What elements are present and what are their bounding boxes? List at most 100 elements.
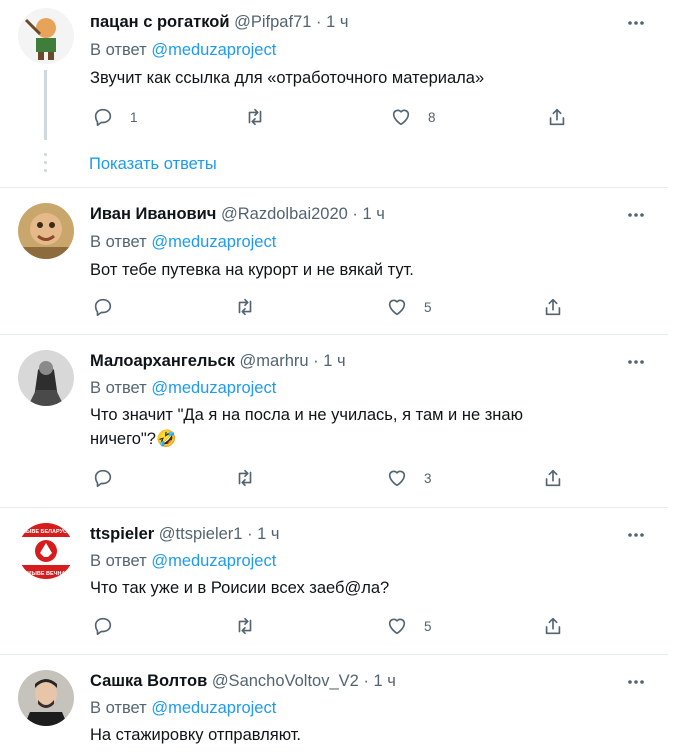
like-count: 3	[424, 470, 432, 486]
author-name[interactable]: Сашка Волтов	[90, 672, 207, 690]
separator-dot: ·	[352, 205, 358, 223]
tweet-text: На стажировку отправляют.	[90, 726, 302, 744]
reply-context: В ответ @meduzaproject	[90, 697, 276, 719]
tweet[interactable]: Иван Иванович @Razdolbai2020 · 1 ч В отв…	[0, 188, 668, 334]
like-button[interactable]: 5	[386, 615, 432, 637]
more-icon[interactable]	[626, 672, 646, 692]
avatar[interactable]	[18, 670, 74, 726]
author-handle[interactable]: @ttspieler1	[159, 525, 243, 543]
mention-link[interactable]: @meduzaproject	[151, 379, 276, 397]
reply-icon	[94, 108, 112, 127]
author-handle[interactable]: @SanchoVoltov_V2	[212, 672, 359, 690]
reply-context: В ответ @meduzaproject	[90, 550, 276, 572]
avatar-image	[18, 670, 74, 726]
retweet-button[interactable]	[244, 106, 266, 128]
avatar[interactable]	[18, 8, 74, 64]
like-button[interactable]: 8	[390, 106, 436, 128]
reply-icon	[94, 469, 112, 488]
reply-prefix: В ответ	[90, 699, 147, 717]
timestamp[interactable]: 1 ч	[257, 525, 279, 543]
separator-dot: ·	[247, 525, 253, 543]
reply-button[interactable]	[92, 296, 114, 318]
like-count: 8	[428, 109, 436, 125]
avatar-image: ЖЫВЕ БЕЛАРУСЬ ЖЫВЕ ВЕЧНА	[18, 523, 74, 579]
share-button[interactable]	[546, 106, 568, 128]
author-name[interactable]: пацан с рогаткой	[90, 13, 230, 31]
mention-link[interactable]: @meduzaproject	[151, 699, 276, 717]
avatar-image	[18, 350, 74, 406]
reply-prefix: В ответ	[90, 379, 147, 397]
like-count: 5	[424, 618, 432, 634]
tweet-text: Звучит как ссылка для «отработочного мат…	[90, 69, 485, 87]
tweet-text: Вот тебе путевка на курорт и не вякай ту…	[90, 261, 414, 279]
author-name[interactable]: ttspieler	[90, 525, 154, 543]
like-icon	[388, 470, 406, 487]
reply-button[interactable]: 1	[92, 106, 138, 128]
tweet-header: ttspieler @ttspieler1 · 1 ч	[90, 523, 280, 545]
more-icon[interactable]	[626, 205, 646, 225]
timestamp[interactable]: 1 ч	[323, 352, 345, 370]
tweet-text: Что значит "Да я на посла и не училась, …	[90, 406, 523, 448]
tweet-header: Сашка Волтов @SanchoVoltov_V2 · 1 ч	[90, 670, 396, 692]
like-count: 5	[424, 299, 432, 315]
reply-context: В ответ @meduzaproject	[90, 377, 276, 399]
timestamp[interactable]: 1 ч	[326, 13, 348, 31]
tweet-header: пацан с рогаткой @Pifpaf71 · 1 ч	[90, 11, 348, 33]
share-icon	[545, 617, 561, 635]
avatar[interactable]: ЖЫВЕ БЕЛАРУСЬ ЖЫВЕ ВЕЧНА	[18, 523, 74, 579]
timestamp[interactable]: 1 ч	[363, 205, 385, 223]
tweet[interactable]: Сашка Волтов @SanchoVoltov_V2 · 1 ч В от…	[0, 655, 668, 756]
reply-count: 1	[130, 109, 138, 125]
retweet-button[interactable]	[234, 467, 256, 489]
share-button[interactable]	[542, 467, 564, 489]
reply-button[interactable]	[92, 615, 114, 637]
show-replies-link[interactable]: Показать ответы	[89, 153, 217, 175]
mention-link[interactable]: @meduzaproject	[151, 41, 276, 59]
avatar-text-bottom: ЖЫВЕ ВЕЧНА	[26, 571, 66, 577]
tweet[interactable]: ЖЫВЕ БЕЛАРУСЬ ЖЫВЕ ВЕЧНА ttspieler @ttsp…	[0, 508, 668, 654]
retweet-button[interactable]	[234, 296, 256, 318]
like-button[interactable]: 5	[386, 296, 432, 318]
reply-prefix: В ответ	[90, 41, 147, 59]
avatar-text-top: ЖЫВЕ БЕЛАРУСЬ	[20, 529, 71, 535]
tweet[interactable]: Малоархангельск @marhru · 1 ч В ответ @m…	[0, 335, 668, 507]
timestamp[interactable]: 1 ч	[374, 672, 396, 690]
retweet-icon	[238, 469, 252, 487]
author-name[interactable]: Малоархангельск	[90, 352, 235, 370]
like-icon	[388, 299, 406, 316]
mention-link[interactable]: @meduzaproject	[151, 552, 276, 570]
share-icon	[545, 298, 561, 316]
mention-link[interactable]: @meduzaproject	[151, 233, 276, 251]
tweet[interactable]: пацан с рогаткой @Pifpaf71 · 1 ч В ответ…	[0, 0, 668, 188]
thread-line	[44, 70, 47, 140]
more-icon[interactable]	[626, 13, 646, 33]
retweet-button[interactable]	[234, 615, 256, 637]
separator-dot: ·	[363, 672, 369, 690]
like-button[interactable]: 3	[386, 467, 432, 489]
tweet-header: Малоархангельск @marhru · 1 ч	[90, 350, 346, 372]
reply-button[interactable]	[92, 467, 114, 489]
author-handle[interactable]: @Razdolbai2020	[221, 205, 348, 223]
author-handle[interactable]: @Pifpaf71	[234, 13, 311, 31]
retweet-icon	[248, 108, 262, 126]
like-icon	[388, 618, 406, 635]
avatar[interactable]	[18, 203, 74, 259]
avatar-image	[18, 203, 74, 259]
share-button[interactable]	[542, 615, 564, 637]
avatar-image	[18, 8, 74, 64]
author-handle[interactable]: @marhru	[240, 352, 309, 370]
author-name[interactable]: Иван Иванович	[90, 205, 216, 223]
more-icon[interactable]	[626, 525, 646, 545]
share-icon	[545, 469, 561, 487]
separator-dot: ·	[313, 352, 319, 370]
avatar[interactable]	[18, 350, 74, 406]
more-icon[interactable]	[626, 352, 646, 372]
tweet-text: Что так уже и в Роисии всех заеб@ла?	[90, 579, 390, 597]
tweet-header: Иван Иванович @Razdolbai2020 · 1 ч	[90, 203, 385, 225]
thread-dots	[44, 153, 47, 177]
separator-dot: ·	[316, 13, 322, 31]
share-icon	[549, 108, 565, 126]
share-button[interactable]	[542, 296, 564, 318]
retweet-icon	[238, 617, 252, 635]
reply-prefix: В ответ	[90, 233, 147, 251]
